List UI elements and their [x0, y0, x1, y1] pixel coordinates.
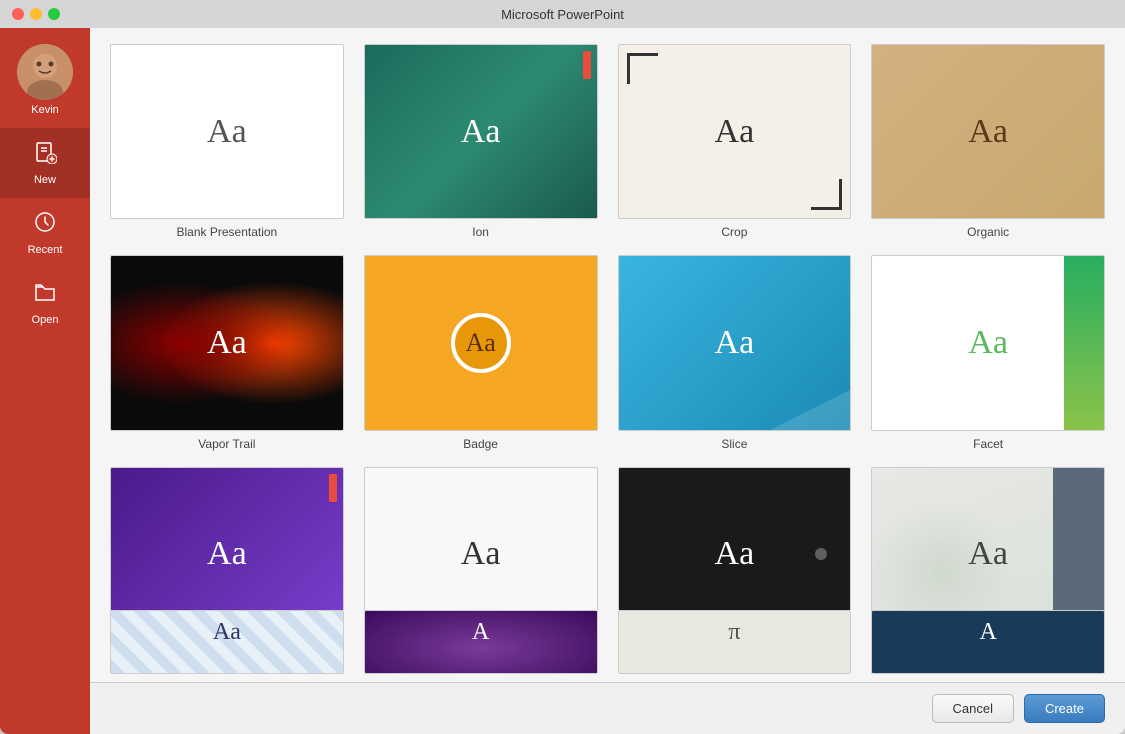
close-button[interactable] — [12, 8, 24, 20]
template-grid: Aa Blank Presentation Aa Ion Aa Cro — [90, 28, 1125, 610]
template-retrospect[interactable]: Aa Retrospect — [364, 467, 598, 610]
template-facet-label: Facet — [973, 437, 1003, 451]
title-bar: Microsoft PowerPoint — [0, 0, 1125, 28]
template-crop-label: Crop — [721, 225, 747, 239]
sidebar-username: Kevin — [31, 104, 59, 116]
template-crop-thumb: Aa — [618, 44, 852, 219]
sidebar-item-new[interactable]: New — [0, 128, 90, 198]
avatar — [17, 44, 73, 100]
template-headlines[interactable]: Aa Headlines — [618, 467, 852, 610]
sidebar-open-label: Open — [32, 314, 59, 326]
traffic-lights — [12, 8, 60, 20]
sidebar-item-recent[interactable]: Recent — [0, 198, 90, 268]
template-ion[interactable]: Aa Ion — [364, 44, 598, 239]
cancel-button[interactable]: Cancel — [932, 694, 1014, 723]
template-slice-thumb: Aa — [618, 255, 852, 430]
template-partial1-thumb: Aa — [110, 610, 344, 674]
template-badge[interactable]: Aa Badge — [364, 255, 598, 450]
app-window: Microsoft PowerPoint Kevin — [0, 0, 1125, 734]
template-slice[interactable]: Aa Slice — [618, 255, 852, 450]
template-partial4[interactable]: A — [871, 610, 1105, 674]
template-partial2[interactable]: A — [364, 610, 598, 674]
template-feathered[interactable]: Aa Feathered — [871, 467, 1105, 610]
recent-icon — [33, 210, 57, 240]
template-organic[interactable]: Aa Organic — [871, 44, 1105, 239]
template-facet-thumb: Aa — [871, 255, 1105, 430]
template-blank-label: Blank Presentation — [177, 225, 278, 239]
window-title: Microsoft PowerPoint — [501, 7, 624, 22]
template-partial2-thumb: A — [364, 610, 598, 674]
template-area: Aa Blank Presentation Aa Ion Aa Cro — [90, 28, 1125, 734]
template-vapor-trail-label: Vapor Trail — [198, 437, 255, 451]
template-retrospect-thumb: Aa — [364, 467, 598, 610]
template-organic-thumb: Aa — [871, 44, 1105, 219]
sidebar: Kevin New — [0, 28, 90, 734]
sidebar-recent-label: Recent — [28, 244, 63, 256]
template-partial3[interactable]: π — [618, 610, 852, 674]
template-badge-thumb: Aa — [364, 255, 598, 430]
bottom-bar: Cancel Create — [90, 682, 1125, 734]
partial-row: Aa A π A — [90, 610, 1125, 682]
minimize-button[interactable] — [30, 8, 42, 20]
template-partial3-thumb: π — [618, 610, 852, 674]
new-icon — [33, 140, 57, 170]
create-button[interactable]: Create — [1024, 694, 1105, 723]
template-facet[interactable]: Aa Facet — [871, 255, 1105, 450]
template-ion-boardroom-thumb: Aa — [110, 467, 344, 610]
sidebar-item-open[interactable]: Open — [0, 268, 90, 338]
template-vapor-trail[interactable]: Aa Vapor Trail — [110, 255, 344, 450]
template-blank-thumb: Aa — [110, 44, 344, 219]
main-content: Kevin New — [0, 28, 1125, 734]
template-blank[interactable]: Aa Blank Presentation — [110, 44, 344, 239]
template-headlines-thumb: Aa — [618, 467, 852, 610]
template-partial1[interactable]: Aa — [110, 610, 344, 674]
maximize-button[interactable] — [48, 8, 60, 20]
open-icon — [33, 280, 57, 310]
template-ion-boardroom[interactable]: Aa Ion Boardroom — [110, 467, 344, 610]
template-crop[interactable]: Aa Crop — [618, 44, 852, 239]
sidebar-new-label: New — [34, 174, 56, 186]
template-vapor-trail-thumb: Aa — [110, 255, 344, 430]
template-feathered-thumb: Aa — [871, 467, 1105, 610]
template-organic-label: Organic — [967, 225, 1009, 239]
avatar-image — [17, 44, 73, 100]
template-badge-label: Badge — [463, 437, 498, 451]
template-slice-label: Slice — [721, 437, 747, 451]
template-partial4-thumb: A — [871, 610, 1105, 674]
template-ion-label: Ion — [472, 225, 489, 239]
template-ion-thumb: Aa — [364, 44, 598, 219]
